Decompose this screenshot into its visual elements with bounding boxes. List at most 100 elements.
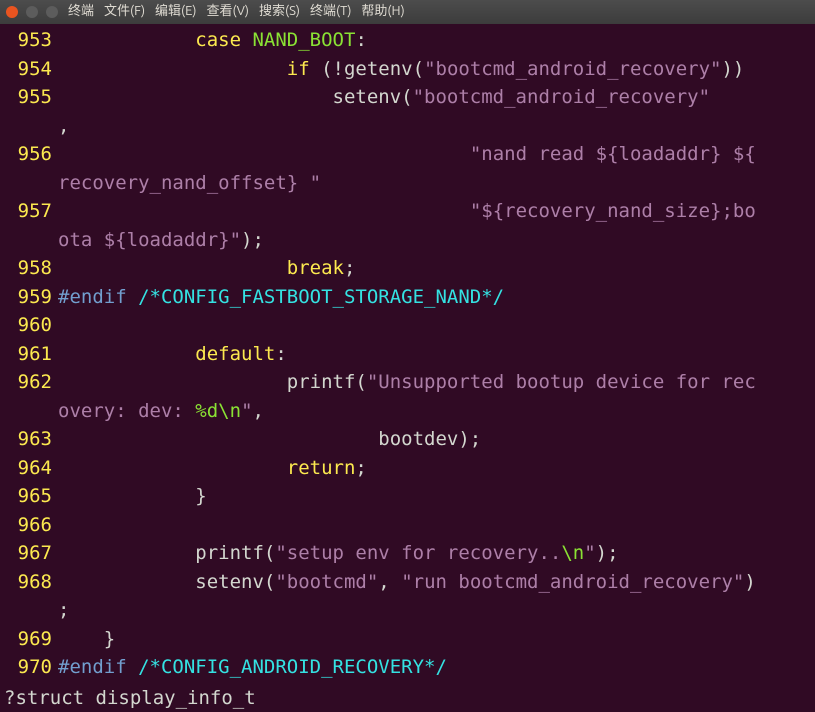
line-number: 961	[0, 340, 58, 369]
menu-terminal[interactable]: 终端	[68, 2, 94, 22]
line-number: 956	[0, 140, 58, 169]
line-number: 963	[0, 425, 58, 454]
code-token: ;	[58, 599, 69, 621]
code-content: ota ${loadaddr}");	[58, 226, 815, 255]
code-line: 963 bootdev);	[0, 425, 815, 454]
code-token: ota ${loadaddr}"	[58, 229, 241, 251]
code-token: #endif	[58, 286, 138, 308]
code-token	[58, 457, 287, 479]
menu-view[interactable]: 查看(V)	[207, 2, 249, 22]
code-content: break;	[58, 254, 815, 283]
line-number	[0, 226, 58, 255]
code-content: ;	[58, 596, 815, 625]
line-number: 953	[0, 26, 58, 55]
code-line: 953 case NAND_BOOT:	[0, 26, 815, 55]
code-line: ,	[0, 112, 815, 141]
code-token: ;	[355, 457, 366, 479]
code-token: ,	[378, 571, 401, 593]
code-content	[58, 311, 815, 340]
code-token	[58, 143, 470, 165]
line-number: 966	[0, 511, 58, 540]
code-token: if	[287, 58, 310, 80]
line-number: 967	[0, 539, 58, 568]
code-line: 965 }	[0, 482, 815, 511]
code-token: "bootcmd_android_recovery"	[424, 58, 721, 80]
line-number	[0, 112, 58, 141]
code-token: NAND_BOOT	[252, 29, 355, 51]
code-token: :	[355, 29, 366, 51]
code-token: "setup env for recovery..	[275, 542, 561, 564]
code-line: 967 printf("setup env for recovery..\n")…	[0, 539, 815, 568]
minimize-icon[interactable]	[26, 6, 38, 18]
code-token: ,	[253, 400, 264, 422]
code-token: break	[287, 257, 344, 279]
code-content: overy: dev: %d\n",	[58, 397, 815, 426]
maximize-icon[interactable]	[46, 6, 58, 18]
code-content: printf("setup env for recovery..\n");	[58, 539, 815, 568]
menu-edit[interactable]: 编辑(E)	[155, 2, 196, 22]
code-line: 958 break;	[0, 254, 815, 283]
code-content: recovery_nand_offset} "	[58, 169, 815, 198]
code-line: recovery_nand_offset} "	[0, 169, 815, 198]
code-content: #endif /*CONFIG_FASTBOOT_STORAGE_NAND*/	[58, 283, 815, 312]
code-line: 966	[0, 511, 815, 540]
code-line: overy: dev: %d\n",	[0, 397, 815, 426]
code-token: "run bootcmd_android_recovery"	[401, 571, 744, 593]
code-line: ;	[0, 596, 815, 625]
code-content: bootdev);	[58, 425, 815, 454]
line-number: 965	[0, 482, 58, 511]
menu-help[interactable]: 帮助(H)	[361, 2, 404, 22]
code-token: ;	[344, 257, 355, 279]
code-token: recovery_nand_offset} "	[58, 172, 321, 194]
code-token	[58, 58, 287, 80]
line-number	[0, 596, 58, 625]
code-line: 961 default:	[0, 340, 815, 369]
code-token: "	[584, 542, 595, 564]
code-line: 956 "nand read ${loadaddr} ${	[0, 140, 815, 169]
window-titlebar: 终端 文件(F) 编辑(E) 查看(V) 搜索(S) 终端(T) 帮助(H)	[0, 0, 815, 24]
line-number: 957	[0, 197, 58, 226]
vim-command-line[interactable]: ?struct display_info_t	[0, 684, 815, 712]
code-line: ota ${loadaddr}");	[0, 226, 815, 255]
code-token	[58, 29, 195, 51]
line-number: 962	[0, 368, 58, 397]
code-token: "nand read ${loadaddr} ${	[470, 143, 756, 165]
line-number: 959	[0, 283, 58, 312]
code-line: 960	[0, 311, 815, 340]
code-token: return	[287, 457, 356, 479]
code-token: );	[241, 229, 264, 251]
code-content: setenv("bootcmd", "run bootcmd_android_r…	[58, 568, 815, 597]
menu-file[interactable]: 文件(F)	[104, 2, 145, 22]
line-number: 970	[0, 653, 58, 682]
code-area[interactable]: 953 case NAND_BOOT:954 if (!getenv("boot…	[0, 24, 815, 684]
code-token: setenv(	[58, 571, 275, 593]
code-token: overy: dev:	[58, 400, 195, 422]
line-number: 964	[0, 454, 58, 483]
code-content: "nand read ${loadaddr} ${	[58, 140, 815, 169]
code-token: printf(	[58, 542, 275, 564]
line-number: 960	[0, 311, 58, 340]
line-number: 954	[0, 55, 58, 84]
code-token: setenv(	[58, 86, 413, 108]
line-number: 958	[0, 254, 58, 283]
menu-terminal2[interactable]: 终端(T)	[310, 2, 351, 22]
code-token: "bootcmd_android_recovery"	[413, 86, 710, 108]
code-content: return;	[58, 454, 815, 483]
code-token: printf(	[58, 371, 367, 393]
code-token: \n	[561, 542, 584, 564]
code-token: /*CONFIG_ANDROID_RECOVERY*/	[138, 656, 447, 678]
code-content: "${recovery_nand_size};bo	[58, 197, 815, 226]
menu-bar: 终端 文件(F) 编辑(E) 查看(V) 搜索(S) 终端(T) 帮助(H)	[68, 2, 405, 22]
code-token: "bootcmd"	[275, 571, 378, 593]
code-token: \n	[218, 400, 241, 422]
menu-search[interactable]: 搜索(S)	[259, 2, 300, 22]
code-content	[58, 511, 815, 540]
code-token: ,	[58, 115, 69, 137]
window-buttons	[6, 6, 58, 18]
close-icon[interactable]	[6, 6, 18, 18]
code-content: if (!getenv("bootcmd_android_recovery"))	[58, 55, 815, 84]
code-token: "Unsupported bootup device for rec	[367, 371, 756, 393]
code-content: }	[58, 482, 815, 511]
code-token	[58, 343, 195, 365]
code-content: #endif /*CONFIG_ANDROID_RECOVERY*/	[58, 653, 815, 682]
